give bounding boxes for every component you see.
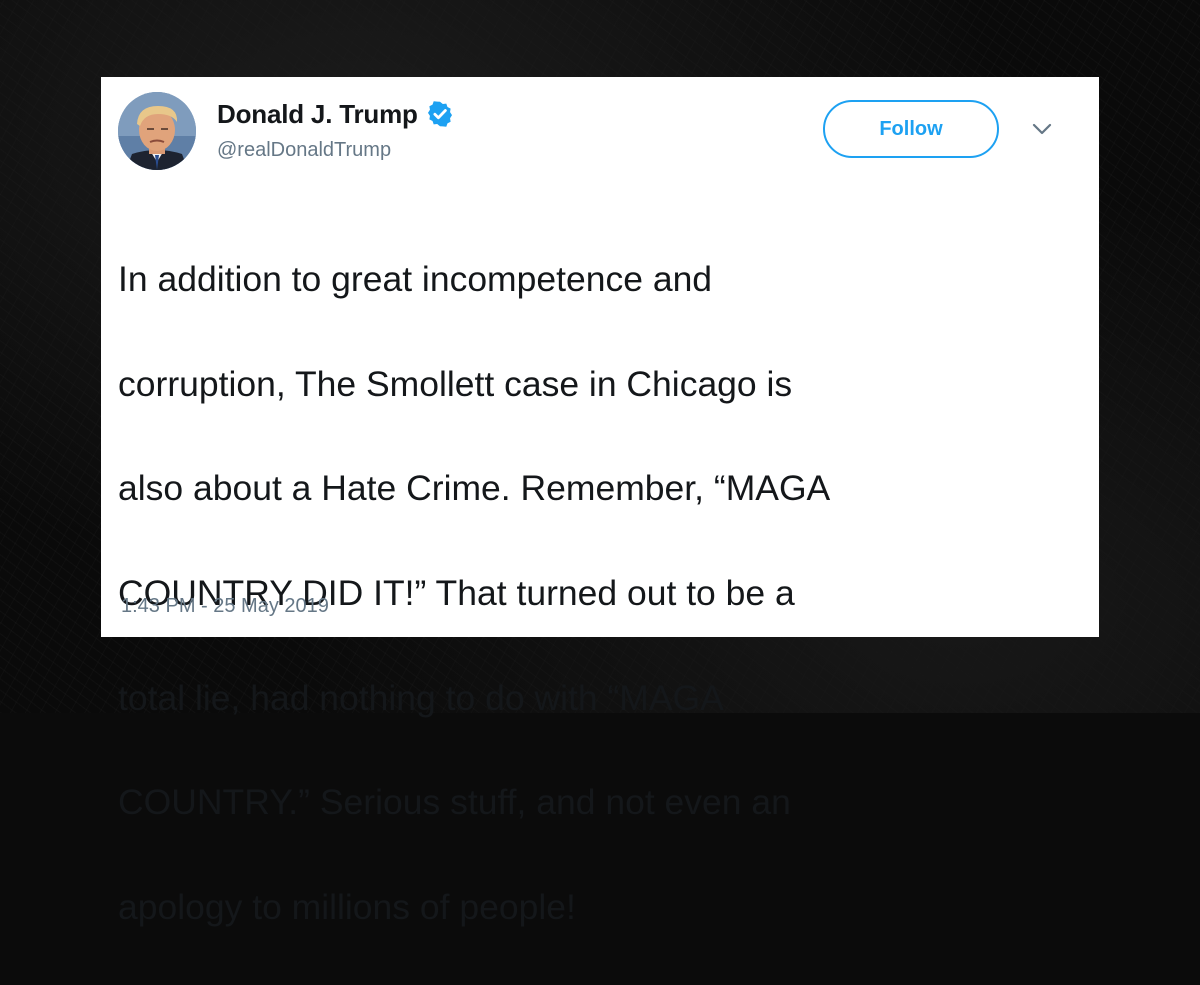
author-handle[interactable]: @realDonaldTrump <box>217 139 391 162</box>
verified-badge-icon <box>427 101 452 127</box>
tweet-timestamp[interactable]: 1:43 PM - 25 May 2019 <box>121 595 329 618</box>
tweet-text-line: apology to millions of people! <box>118 886 576 927</box>
tweet-text-line: corruption, The Smollett case in Chicago… <box>118 363 793 404</box>
tweet-card: Donald J. Trump @realDonaldTrump Follow … <box>101 77 1099 927</box>
tweet-text-line: COUNTRY.” Serious stuff, and not even an <box>118 782 791 823</box>
tweet-text-line: In addition to great incompetence and <box>118 259 713 300</box>
author-name-row: Donald J. Trump <box>217 97 454 131</box>
tweet-text-line: also about a Hate Crime. Remember, “MAGA <box>118 468 831 509</box>
tweet-text-line: total lie, had nothing to do with “MAGA <box>118 677 724 718</box>
author-avatar[interactable] <box>118 92 196 170</box>
avatar-image <box>118 92 196 170</box>
author-name[interactable]: Donald J. Trump <box>217 99 418 130</box>
follow-button[interactable]: Follow <box>823 100 999 158</box>
chevron-down-icon[interactable] <box>1031 122 1053 136</box>
tweet-text: In addition to great incompetence and co… <box>118 201 1078 985</box>
